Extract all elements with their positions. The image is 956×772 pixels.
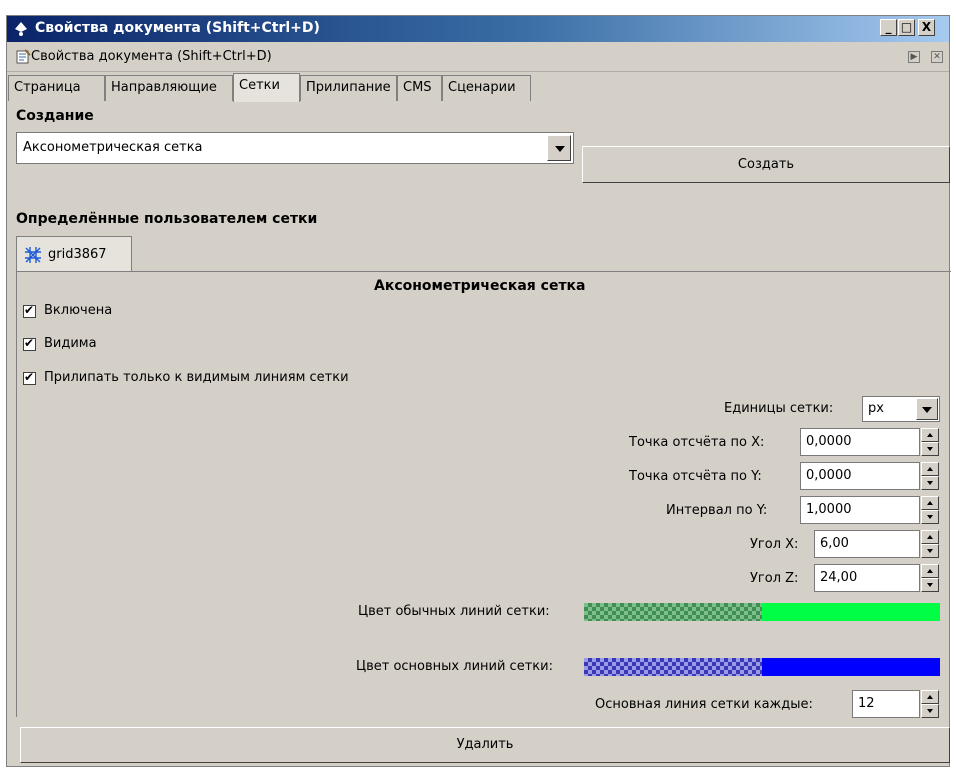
visible-label: Видима xyxy=(44,336,97,351)
document-properties-icon xyxy=(16,49,31,64)
angle-z-label: Угол Z: xyxy=(750,571,799,586)
major-every-stepper[interactable] xyxy=(921,690,939,718)
angle-x-label: Угол X: xyxy=(750,537,799,552)
spin-down-icon[interactable] xyxy=(921,510,939,524)
spin-up-icon[interactable] xyxy=(921,428,939,442)
maximize-button[interactable]: □ xyxy=(898,19,915,36)
tab-grid3867[interactable]: grid3867 xyxy=(16,236,132,272)
delete-button[interactable]: Удалить xyxy=(20,727,950,763)
major-every-input[interactable]: 12 xyxy=(852,690,939,718)
angle-z-value: 24,00 xyxy=(820,570,858,585)
minor-color-button[interactable] xyxy=(584,603,940,621)
origin-x-label: Точка отсчёта по X: xyxy=(629,435,765,450)
spin-up-icon[interactable] xyxy=(921,530,939,544)
dock-title: Свойства документа (Shift+Ctrl+D) xyxy=(31,49,272,64)
dock-close-icon[interactable]: ✕ xyxy=(931,51,943,63)
tab-guides[interactable]: Направляющие xyxy=(105,75,233,101)
tab-page[interactable]: Страница xyxy=(8,75,105,101)
tab-cms[interactable]: CMS xyxy=(397,75,442,101)
grid-tab-label: grid3867 xyxy=(48,247,107,262)
grid-icon xyxy=(25,247,41,263)
spacing-y-stepper[interactable] xyxy=(921,496,939,524)
spin-up-icon[interactable] xyxy=(921,564,939,578)
origin-y-label: Точка отсчёта по Y: xyxy=(629,469,762,484)
major-color-button[interactable] xyxy=(584,658,940,676)
units-dropdown-button[interactable] xyxy=(916,398,938,420)
title-bar[interactable]: Свойства документа (Shift+Ctrl+D) _ □ X xyxy=(7,16,949,42)
close-button[interactable]: X xyxy=(918,19,935,36)
enabled-checkbox[interactable] xyxy=(23,303,36,318)
grid-settings-panel xyxy=(16,271,951,717)
angle-x-value: 6,00 xyxy=(820,536,849,551)
spin-down-icon[interactable] xyxy=(921,544,939,558)
origin-y-value: 0,0000 xyxy=(806,468,852,483)
chevron-down-icon xyxy=(555,146,565,152)
visible-checkbox[interactable] xyxy=(23,336,36,351)
tab-scripts[interactable]: Сценарии xyxy=(442,75,531,101)
minor-color-label: Цвет обычных линий сетки: xyxy=(358,604,550,619)
dock-header: Свойства документа (Shift+Ctrl+D) ▶ ✕ xyxy=(7,43,949,72)
angle-x-stepper[interactable] xyxy=(921,530,939,558)
spin-down-icon[interactable] xyxy=(921,476,939,490)
chevron-down-icon xyxy=(922,407,932,413)
major-color-label: Цвет основных линий сетки: xyxy=(356,659,553,674)
major-every-value: 12 xyxy=(858,696,875,711)
snap-visible-label: Прилипать только к видимым линиям сетки xyxy=(44,370,349,385)
spin-down-icon[interactable] xyxy=(921,442,939,456)
spin-up-icon[interactable] xyxy=(921,496,939,510)
spin-up-icon[interactable] xyxy=(921,462,939,476)
tab-grids[interactable]: Сетки xyxy=(233,73,300,102)
spin-up-icon[interactable] xyxy=(921,690,939,704)
spacing-y-input[interactable]: 1,0000 xyxy=(800,496,939,524)
major-color-preview xyxy=(762,658,940,676)
units-select[interactable]: px xyxy=(862,396,940,422)
angle-z-input[interactable]: 24,00 xyxy=(814,564,939,592)
major-every-label: Основная линия сетки каждые: xyxy=(595,697,813,712)
tab-snapping[interactable]: Прилипание xyxy=(300,75,397,101)
origin-y-input[interactable]: 0,0000 xyxy=(800,462,939,490)
snap-visible-checkbox[interactable] xyxy=(23,370,36,385)
origin-x-value: 0,0000 xyxy=(806,434,852,449)
angle-z-stepper[interactable] xyxy=(921,564,939,592)
grid-type-value: Аксонометрическая сетка xyxy=(23,140,203,155)
origin-x-stepper[interactable] xyxy=(921,428,939,456)
major-color-alpha-preview xyxy=(584,658,762,676)
inkscape-icon xyxy=(15,22,27,36)
creation-heading: Создание xyxy=(16,108,94,124)
user-grids-heading: Определённые пользователем сетки xyxy=(16,211,318,227)
spacing-y-label: Интервал по Y: xyxy=(666,503,768,518)
create-button[interactable]: Создать xyxy=(582,146,950,183)
minor-color-preview xyxy=(762,603,940,621)
angle-x-input[interactable]: 6,00 xyxy=(814,530,939,558)
spacing-y-value: 1,0000 xyxy=(806,502,852,517)
origin-x-input[interactable]: 0,0000 xyxy=(800,428,939,456)
spin-down-icon[interactable] xyxy=(921,704,939,718)
enabled-label: Включена xyxy=(44,303,113,318)
grid-type-select[interactable]: Аксонометрическая сетка xyxy=(16,132,574,164)
grid-type-dropdown-button[interactable] xyxy=(547,135,571,161)
origin-y-stepper[interactable] xyxy=(921,462,939,490)
dock-expand-icon[interactable]: ▶ xyxy=(908,51,920,63)
units-value: px xyxy=(868,401,884,416)
panel-title: Аксонометрическая сетка xyxy=(374,278,586,294)
spin-down-icon[interactable] xyxy=(921,578,939,592)
window-title: Свойства документа (Shift+Ctrl+D) xyxy=(35,20,320,36)
minimize-button[interactable]: _ xyxy=(880,19,897,36)
minor-color-alpha-preview xyxy=(584,603,762,621)
units-label: Единицы сетки: xyxy=(724,401,834,416)
